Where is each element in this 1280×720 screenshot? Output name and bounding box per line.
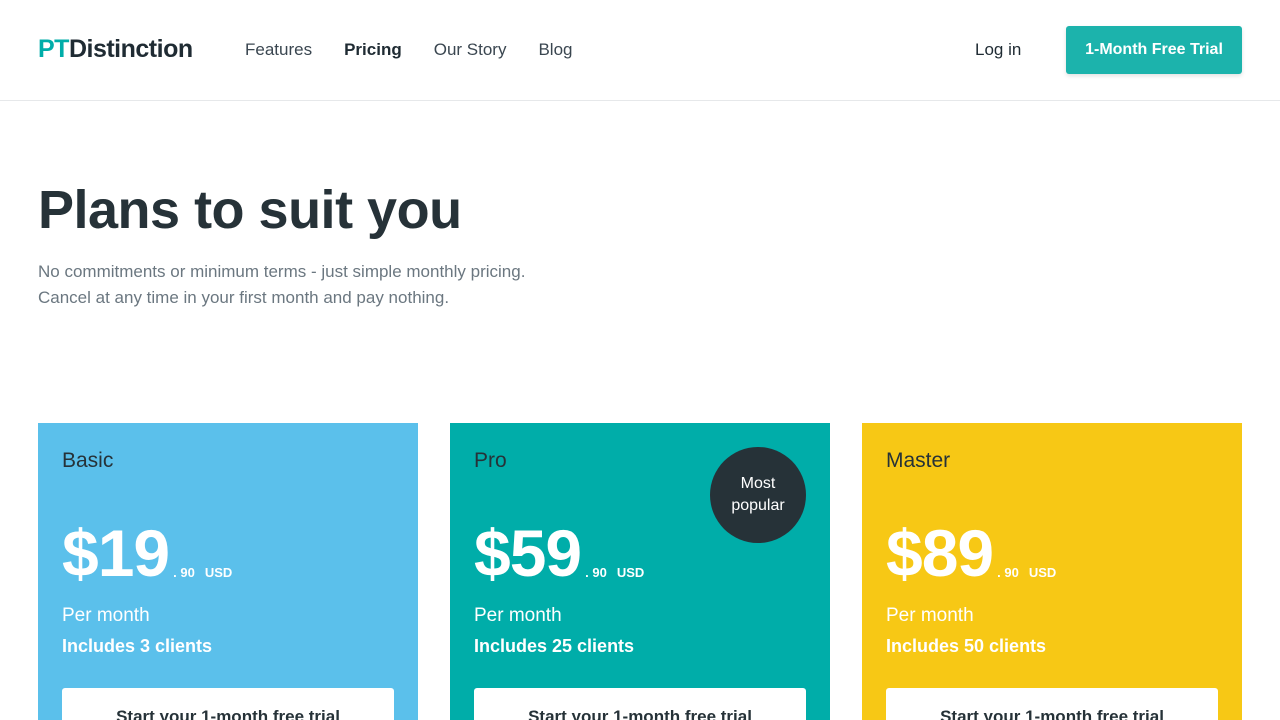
page-title: Plans to suit you (38, 180, 462, 240)
site-header: PTDistinction Features Pricing Our Story… (0, 0, 1280, 101)
price-period: Per month (62, 605, 150, 626)
plan-card-pro: Pro Most popular $59 . 90 USD Per month … (450, 423, 830, 720)
plan-includes: Includes 3 clients (62, 636, 213, 656)
subtitle-line-2: Cancel at any time in your first month a… (38, 288, 450, 307)
price-currency: USD (1028, 565, 1057, 580)
nav-item-pricing[interactable]: Pricing (344, 39, 402, 61)
brand-logo[interactable]: PTDistinction (38, 35, 193, 63)
badge-line-2: popular (731, 497, 785, 514)
plan-includes: Includes 25 clients (474, 636, 635, 656)
start-trial-button-master[interactable]: Start your 1-month free trial (886, 688, 1218, 720)
login-link[interactable]: Log in (975, 39, 1021, 61)
plan-price: $89 . 90 USD (886, 518, 1056, 588)
badge-line-1: Most (740, 475, 776, 492)
price-cents: . 90 (997, 565, 1019, 580)
price-amount: $59 (474, 516, 582, 590)
plan-includes: Includes 50 clients (886, 636, 1047, 656)
plan-name: Pro (474, 449, 507, 472)
plan-name: Basic (62, 449, 114, 472)
main-nav: Features Pricing Our Story Blog (245, 39, 573, 61)
price-amount: $89 (886, 516, 994, 590)
start-trial-button-pro[interactable]: Start your 1-month free trial (474, 688, 806, 720)
plan-card-basic: Basic $19 . 90 USD Per month Includes 3 … (38, 423, 418, 720)
page-subtitle: No commitments or minimum terms - just s… (38, 259, 658, 311)
plan-name: Master (886, 449, 951, 472)
price-period: Per month (474, 605, 562, 626)
logo-pt: PT (38, 35, 69, 63)
nav-item-features[interactable]: Features (245, 39, 312, 61)
plan-price: $59 . 90 USD (474, 518, 644, 588)
start-trial-button-basic[interactable]: Start your 1-month free trial (62, 688, 394, 720)
nav-item-blog[interactable]: Blog (538, 39, 572, 61)
free-trial-button[interactable]: 1-Month Free Trial (1066, 26, 1242, 74)
plan-card-master: Master $89 . 90 USD Per month Includes 5… (862, 423, 1242, 720)
price-cents: . 90 (173, 565, 195, 580)
price-cents: . 90 (585, 565, 607, 580)
most-popular-badge: Most popular (710, 447, 806, 543)
price-amount: $19 (62, 516, 170, 590)
nav-item-our-story[interactable]: Our Story (434, 39, 507, 61)
plan-price: $19 . 90 USD (62, 518, 232, 588)
logo-text: Distinction (68, 35, 193, 63)
price-period: Per month (886, 605, 974, 626)
price-currency: USD (616, 565, 645, 580)
price-currency: USD (204, 565, 233, 580)
subtitle-line-1: No commitments or minimum terms - just s… (38, 262, 526, 281)
